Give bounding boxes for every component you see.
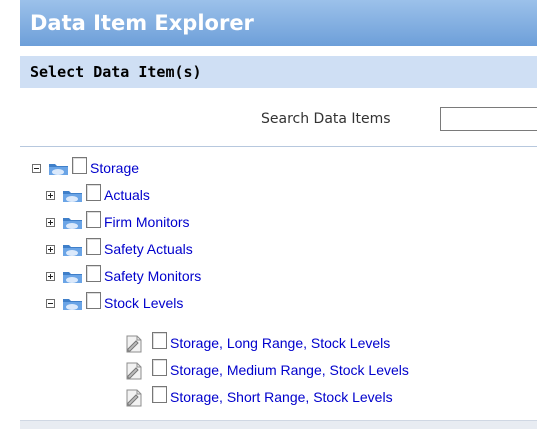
tree-node-label[interactable]: Stock Levels [104, 295, 183, 311]
tree-node-storage[interactable]: Storage [32, 157, 332, 179]
tree-node-firm-monitors[interactable]: Firm Monitors [46, 211, 346, 233]
tree-node-checkbox[interactable] [86, 238, 101, 255]
tree-node-checkbox[interactable] [86, 211, 101, 228]
folder-icon [62, 268, 84, 284]
tree-leaf-label[interactable]: Storage, Long Range, Stock Levels [170, 335, 390, 351]
tree-leaf-label[interactable]: Storage, Medium Range, Stock Levels [170, 362, 409, 378]
expand-icon[interactable] [46, 218, 55, 227]
search-row: Search Data Items [20, 107, 537, 135]
tree-leaf-medium-range[interactable]: Storage, Medium Range, Stock Levels [124, 359, 534, 381]
document-icon [124, 334, 144, 354]
tree-node-label[interactable]: Storage [90, 160, 139, 176]
tree-node-safety-monitors[interactable]: Safety Monitors [46, 265, 346, 287]
folder-icon [48, 160, 70, 176]
search-label: Search Data Items [261, 111, 391, 127]
tree-node-label[interactable]: Actuals [104, 187, 150, 203]
tree-node-actuals[interactable]: Actuals [46, 184, 346, 206]
expand-icon[interactable] [46, 245, 55, 254]
folder-icon [62, 295, 84, 311]
folder-icon [62, 187, 84, 203]
document-icon [124, 361, 144, 381]
document-icon [124, 388, 144, 408]
collapse-icon[interactable] [32, 164, 41, 173]
tree-node-label[interactable]: Safety Monitors [104, 268, 201, 284]
expand-icon[interactable] [46, 191, 55, 200]
panel-title: Data Item Explorer [20, 0, 537, 46]
tree-node-label[interactable]: Safety Actuals [104, 241, 193, 257]
folder-icon [62, 241, 84, 257]
tree-node-checkbox[interactable] [72, 157, 87, 174]
tree-leaf-short-range[interactable]: Storage, Short Range, Stock Levels [124, 386, 534, 408]
tree-leaf-checkbox[interactable] [152, 332, 167, 349]
collapse-icon[interactable] [46, 299, 55, 308]
data-item-explorer-panel: Data Item Explorer Select Data Item(s) S… [20, 0, 537, 429]
tree-leaf-checkbox[interactable] [152, 386, 167, 403]
search-input[interactable] [440, 107, 537, 131]
tree-node-label[interactable]: Firm Monitors [104, 214, 190, 230]
tree-node-stock-levels[interactable]: Stock Levels [46, 292, 346, 314]
tree-leaf-label[interactable]: Storage, Short Range, Stock Levels [170, 389, 393, 405]
tree-node-checkbox[interactable] [86, 265, 101, 282]
folder-icon [62, 214, 84, 230]
tree-node-checkbox[interactable] [86, 184, 101, 201]
expand-icon[interactable] [46, 272, 55, 281]
tree-leaf-long-range[interactable]: Storage, Long Range, Stock Levels [124, 332, 534, 354]
tree-leaf-checkbox[interactable] [152, 359, 167, 376]
data-item-tree: Storage Actuals Firm Monitors Safety Act… [20, 146, 537, 429]
tree-node-checkbox[interactable] [86, 292, 101, 309]
panel-subtitle: Select Data Item(s) [20, 56, 537, 88]
tree-node-safety-actuals[interactable]: Safety Actuals [46, 238, 346, 260]
